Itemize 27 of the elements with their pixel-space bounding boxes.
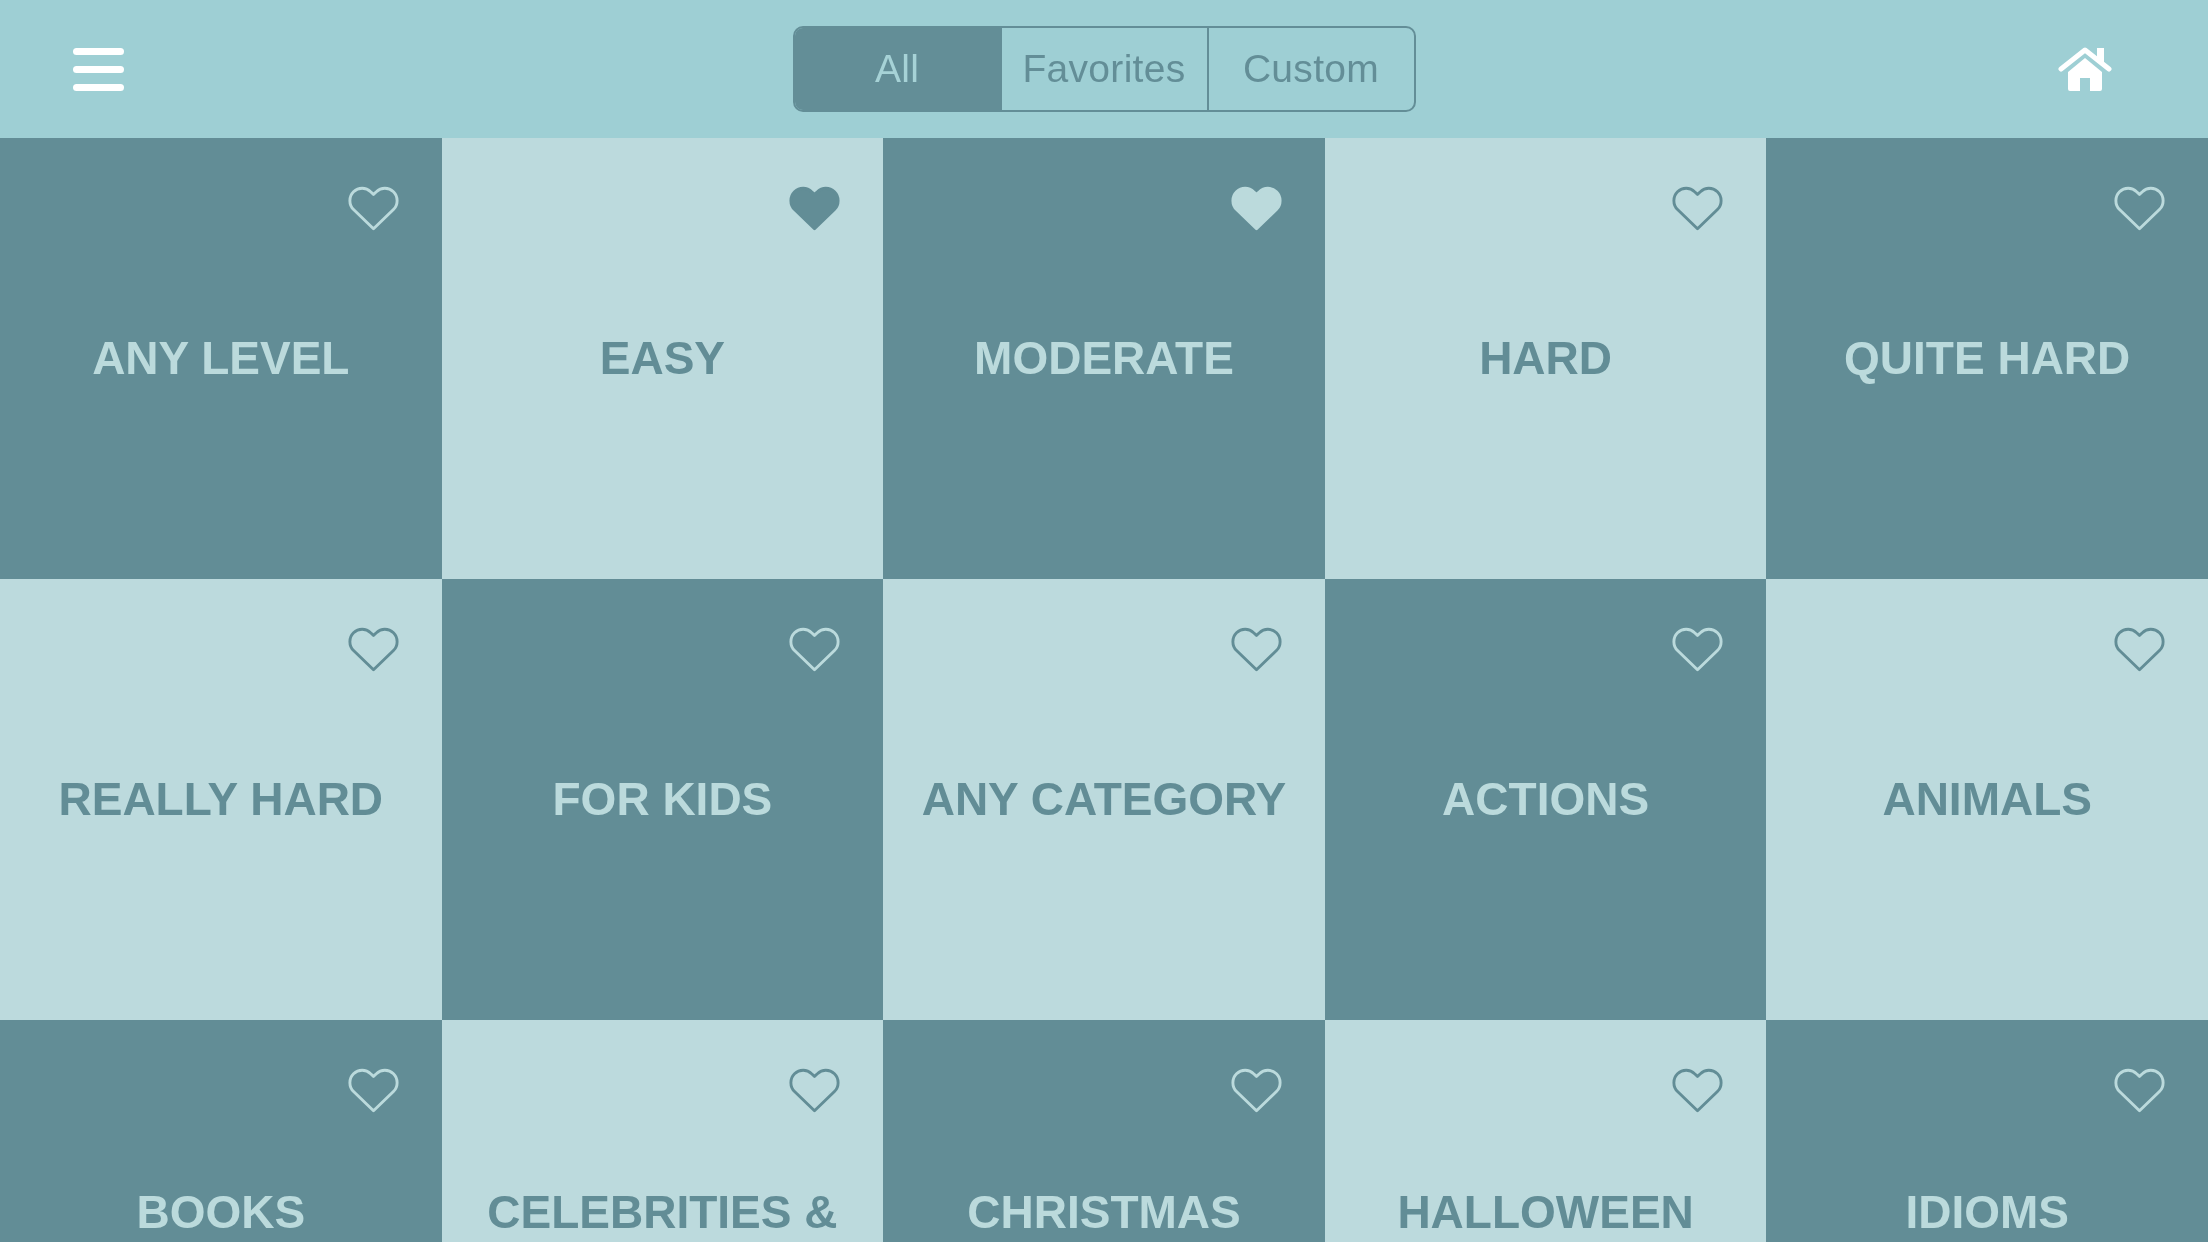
category-tile[interactable]: IDIOMS — [1766, 1020, 2208, 1242]
heart-icon[interactable] — [1230, 627, 1282, 672]
category-tile[interactable]: FOR KIDS — [441, 579, 884, 1020]
category-tile[interactable]: ANIMALS — [1766, 579, 2208, 1020]
category-tile[interactable]: ACTIONS — [1324, 579, 1767, 1020]
heart-icon[interactable] — [789, 186, 841, 231]
category-tile[interactable]: REALLY HARD — [0, 579, 442, 1020]
heart-icon[interactable] — [2114, 627, 2165, 672]
category-tile[interactable]: ANY LEVEL — [0, 138, 442, 579]
menu-icon[interactable] — [73, 47, 124, 91]
heart-icon[interactable] — [789, 1068, 841, 1113]
category-tile[interactable]: ANY CATEGORY — [883, 579, 1325, 1020]
category-tile[interactable]: QUITE HARD — [1766, 138, 2208, 579]
heart-icon[interactable] — [1672, 1068, 1724, 1113]
filter-tab[interactable]: All — [794, 28, 1000, 110]
home-icon[interactable] — [2058, 47, 2112, 91]
category-tile[interactable]: HARD — [1324, 138, 1767, 579]
category-tile[interactable]: MODERATE — [883, 138, 1325, 579]
category-tile[interactable]: BOOKS — [0, 1020, 442, 1242]
category-tile[interactable]: CHRISTMAS — [883, 1020, 1325, 1242]
filter-tab[interactable]: Favorites — [999, 28, 1207, 110]
category-tile[interactable]: HALLOWEEN — [1324, 1020, 1767, 1242]
heart-icon[interactable] — [347, 627, 399, 672]
category-tile[interactable]: EASY — [441, 138, 884, 579]
category-tile[interactable]: CELEBRITIES & — [441, 1020, 884, 1242]
heart-icon[interactable] — [1672, 186, 1724, 231]
filter-tab[interactable]: Custom — [1206, 28, 1414, 110]
